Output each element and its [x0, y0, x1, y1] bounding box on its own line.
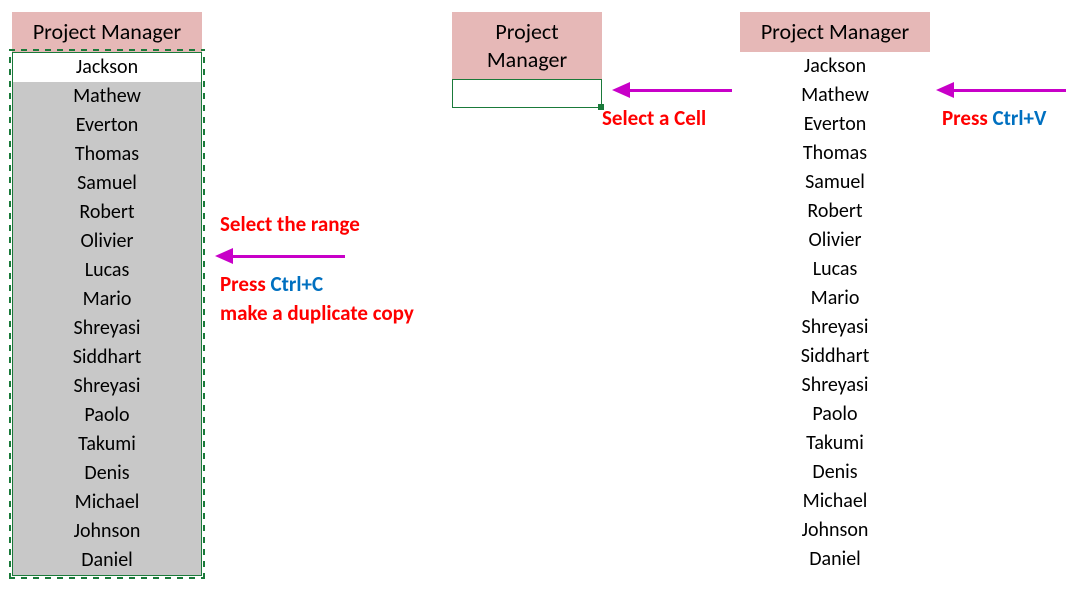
- table-row[interactable]: Jackson: [740, 52, 930, 81]
- table-row[interactable]: Everton: [13, 111, 201, 140]
- table-row[interactable]: Robert: [740, 197, 930, 226]
- table-row[interactable]: Thomas: [13, 140, 201, 169]
- col3-header: Project Manager: [740, 12, 930, 52]
- table-row[interactable]: Daniel: [13, 546, 201, 575]
- table-row[interactable]: Olivier: [13, 227, 201, 256]
- cell-active[interactable]: Jackson: [13, 53, 201, 82]
- annotation-text: Press Ctrl+C: [220, 270, 414, 298]
- table-row[interactable]: Denis: [740, 458, 930, 487]
- table-row[interactable]: Paolo: [740, 400, 930, 429]
- table-row[interactable]: Shreyasi: [13, 372, 201, 401]
- table-row[interactable]: Lucas: [740, 255, 930, 284]
- selected-target-cell[interactable]: [452, 79, 602, 108]
- table-row[interactable]: Mario: [740, 284, 930, 313]
- table-row[interactable]: Shreyasi: [13, 314, 201, 343]
- table-row[interactable]: Mathew: [13, 82, 201, 111]
- annotation-select-range: Select the range Press Ctrl+C make a dup…: [220, 210, 414, 327]
- annotation-text: make a duplicate copy: [220, 299, 414, 327]
- table-row[interactable]: Denis: [13, 459, 201, 488]
- table-row[interactable]: Everton: [740, 110, 930, 139]
- table-row[interactable]: Siddhart: [13, 343, 201, 372]
- table-row[interactable]: Shreyasi: [740, 371, 930, 400]
- table-row[interactable]: Olivier: [740, 226, 930, 255]
- table-row[interactable]: Lucas: [13, 256, 201, 285]
- table-row[interactable]: Robert: [13, 198, 201, 227]
- col2-header: Project Manager: [452, 12, 602, 79]
- table-row[interactable]: Siddhart: [740, 342, 930, 371]
- table-row[interactable]: Mathew: [740, 81, 930, 110]
- annotation-text: Select the range: [220, 210, 414, 238]
- table-row[interactable]: Johnson: [740, 516, 930, 545]
- table-row[interactable]: Michael: [740, 487, 930, 516]
- table-row[interactable]: Michael: [13, 488, 201, 517]
- table-row[interactable]: Mario: [13, 285, 201, 314]
- table-row[interactable]: Shreyasi: [740, 313, 930, 342]
- arrow-left-3: [936, 82, 1066, 98]
- col1-header: Project Manager: [12, 12, 202, 52]
- table-row[interactable]: Samuel: [740, 168, 930, 197]
- annotation-press-ctrl-v: Press Ctrl+V: [942, 104, 1046, 132]
- table-row[interactable]: Paolo: [13, 401, 201, 430]
- arrow-left-2: [612, 82, 732, 98]
- table-row[interactable]: Samuel: [13, 169, 201, 198]
- table-row[interactable]: Takumi: [740, 429, 930, 458]
- table-row[interactable]: Johnson: [13, 517, 201, 546]
- table-row[interactable]: Thomas: [740, 139, 930, 168]
- table-row[interactable]: Takumi: [13, 430, 201, 459]
- annotation-select-cell: Select a Cell: [602, 104, 706, 132]
- table-row[interactable]: Daniel: [740, 545, 930, 574]
